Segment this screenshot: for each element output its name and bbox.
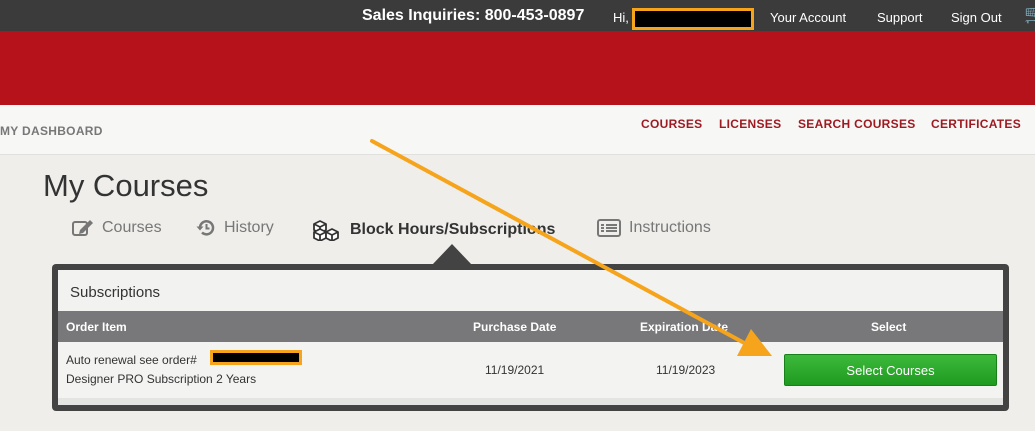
tab-label: History xyxy=(224,219,274,236)
your-account-link[interactable]: Your Account xyxy=(770,10,846,25)
subscriptions-panel-body: Subscriptions Order Item Purchase Date E… xyxy=(58,270,1003,405)
header-purchase-date: Purchase Date xyxy=(473,320,557,334)
nav-licenses[interactable]: LICENSES xyxy=(719,117,781,131)
table-footer xyxy=(58,398,1003,405)
header-select: Select xyxy=(871,320,907,334)
support-link[interactable]: Support xyxy=(877,10,923,25)
tab-instructions[interactable]: Instructions xyxy=(597,219,711,237)
page-title: My Courses xyxy=(43,168,209,203)
edit-icon xyxy=(72,219,94,237)
nav-courses[interactable]: COURSES xyxy=(641,117,702,131)
redacted-order-number xyxy=(210,350,302,365)
active-tab-pointer xyxy=(432,244,472,265)
sign-out-link[interactable]: Sign Out xyxy=(951,10,1002,25)
greeting: Hi, xyxy=(613,10,629,25)
redacted-username xyxy=(632,8,754,30)
history-icon xyxy=(196,219,216,237)
cart-icon[interactable]: 🛒 xyxy=(1024,4,1035,25)
subscriptions-panel: Subscriptions Order Item Purchase Date E… xyxy=(52,264,1009,411)
nav-search-courses[interactable]: SEARCH COURSES xyxy=(798,117,916,131)
tab-label: Courses xyxy=(102,219,162,236)
tab-history[interactable]: History xyxy=(196,219,274,237)
header-order-item: Order Item xyxy=(66,320,127,334)
my-dashboard-link[interactable]: MY DASHBOARD xyxy=(0,124,103,138)
nav-certificates[interactable]: CERTIFICATES xyxy=(931,117,1021,131)
table-header: Order Item Purchase Date Expiration Date… xyxy=(58,311,1003,342)
subscriptions-title: Subscriptions xyxy=(70,284,161,301)
header-banner xyxy=(0,31,1035,105)
tab-block-hours-subscriptions[interactable]: Block Hours/Subscriptions xyxy=(312,219,555,241)
select-courses-button[interactable]: Select Courses xyxy=(784,354,997,386)
order-item-name: Designer PRO Subscription 2 Years xyxy=(66,372,257,386)
tab-label: Instructions xyxy=(629,219,711,236)
tab-courses[interactable]: Courses xyxy=(72,219,162,237)
blocks-icon xyxy=(312,219,342,241)
nav-bar: MY DASHBOARD COURSES LICENSES SEARCH COU… xyxy=(0,105,1035,155)
expiration-date: 11/19/2023 xyxy=(656,363,716,377)
tab-label: Block Hours/Subscriptions xyxy=(350,221,556,238)
table-row: Auto renewal see order# Designer PRO Sub… xyxy=(58,342,1003,398)
list-icon xyxy=(597,219,621,237)
header-expiration-date: Expiration Date xyxy=(640,320,729,334)
sales-inquiries: Sales Inquiries: 800-453-0897 xyxy=(362,7,585,24)
purchase-date: 11/19/2021 xyxy=(485,363,545,377)
top-bar: Sales Inquiries: 800-453-0897 Hi, Your A… xyxy=(0,0,1035,31)
order-number-label: Auto renewal see order# xyxy=(66,353,197,367)
